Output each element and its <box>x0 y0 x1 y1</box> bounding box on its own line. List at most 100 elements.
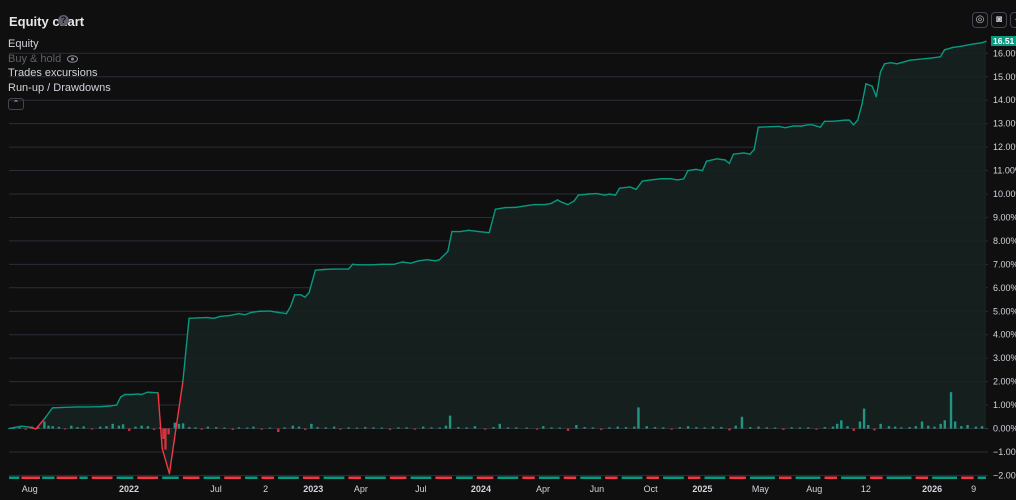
trade-segment <box>261 476 274 479</box>
runup-bar <box>591 427 595 429</box>
runup-bar <box>858 421 862 429</box>
trade-segment <box>580 476 601 479</box>
y-tick-label: 14.00% <box>993 95 1016 105</box>
runup-bar <box>372 427 375 429</box>
runup-bar <box>798 427 802 429</box>
runup-bar <box>506 427 510 429</box>
y-tick-label: 1.00% <box>993 400 1016 410</box>
trade-segment <box>162 476 179 479</box>
runup-bar <box>749 427 752 429</box>
trade-segment <box>870 476 883 479</box>
trade-segment <box>91 476 113 479</box>
trade-segment <box>389 476 407 479</box>
trade-segment <box>203 476 221 479</box>
drawdown-bar <box>873 428 876 431</box>
runup-bar <box>70 425 73 429</box>
legend-item-buy-hold[interactable]: Buy & hold <box>8 52 111 67</box>
x-tick-label: 2024 <box>471 484 491 494</box>
drawdown-bar <box>566 428 570 431</box>
runup-bar <box>47 425 50 429</box>
runup-bar <box>575 424 578 429</box>
runup-bar <box>206 426 210 429</box>
runup-bar <box>862 408 866 429</box>
y-tick-label: 9.00% <box>993 212 1016 222</box>
runup-bar <box>397 427 400 429</box>
trade-segment <box>410 476 432 479</box>
drawdown-bar <box>164 428 167 450</box>
runup-bar <box>757 426 760 429</box>
legend-item-runup-drawdowns[interactable]: Run-up / Drawdowns <box>8 81 111 96</box>
trade-segment <box>323 476 345 479</box>
runup-bar <box>840 420 843 429</box>
runup-bar <box>616 426 619 429</box>
runup-bar <box>111 423 114 429</box>
trade-segment <box>21 476 41 479</box>
runup-bar <box>740 416 744 429</box>
runup-bar <box>920 421 924 429</box>
runup-bar <box>624 427 628 429</box>
runup-bar <box>194 427 197 429</box>
y-tick-label: 16.00% <box>993 48 1016 58</box>
runup-bar <box>711 426 715 429</box>
runup-bar <box>949 392 953 429</box>
collapse-legend-button[interactable]: ⌃ <box>8 98 24 110</box>
legend: Equity Buy & hold Trades excursions Run-… <box>8 37 111 110</box>
y-tick-label: 4.00% <box>993 330 1016 340</box>
y-tick-label: 2.00% <box>993 377 1016 387</box>
runup-bar <box>140 425 143 429</box>
drawdown-bar <box>535 428 539 430</box>
runup-bar <box>105 426 108 429</box>
runup-bar <box>246 427 249 429</box>
runup-bar <box>806 427 810 429</box>
runup-bar <box>237 427 241 429</box>
runup-bar <box>943 420 947 429</box>
legend-item-equity[interactable]: Equity <box>8 37 111 52</box>
equity-line-segment <box>207 316 215 319</box>
last-value-badge: 16.51 <box>991 36 1016 46</box>
trade-segment <box>244 476 258 479</box>
trade-segment <box>932 476 958 479</box>
x-tick-label: 2 <box>263 484 268 494</box>
runup-bar <box>790 427 793 429</box>
trade-segment <box>116 476 134 479</box>
runup-bar <box>914 426 918 429</box>
drawdown-bar <box>599 428 603 430</box>
drawdown-bar <box>303 428 307 430</box>
trade-segment <box>841 476 866 479</box>
trade-segment <box>348 476 361 479</box>
legend-label: Trades excursions <box>8 67 98 79</box>
runup-bar <box>765 427 768 429</box>
runup-bar <box>846 426 849 429</box>
equity-chart[interactable]: 16.00% 15.00% 14.00% 13.00% 12.00% 11.00% 10.0… <box>0 0 1016 500</box>
runup-bar <box>291 425 294 429</box>
trade-segment <box>779 476 792 479</box>
runup-bar <box>633 426 636 429</box>
trade-segment <box>687 476 701 479</box>
x-tick-label: 9 <box>971 484 976 494</box>
runup-bar <box>645 426 648 429</box>
trade-segment <box>750 476 775 479</box>
runup-bar <box>974 426 978 429</box>
eye-hidden-icon[interactable] <box>67 54 79 63</box>
legend-item-trades-excursions[interactable]: Trades excursions <box>8 66 111 81</box>
trade-segment <box>704 476 726 479</box>
runup-bar <box>444 425 448 429</box>
runup-bar <box>82 426 85 429</box>
y-tick-label: 5.00% <box>993 306 1016 316</box>
trade-segment <box>915 476 929 479</box>
trade-segment <box>646 476 659 479</box>
drawdown-bar <box>413 428 417 430</box>
y-tick-label: −2.00% <box>993 470 1016 480</box>
runup-bar <box>380 427 383 429</box>
trade-segment <box>456 476 473 479</box>
trade-segment <box>977 476 986 479</box>
runup-bar <box>448 415 452 429</box>
equity-area <box>9 41 986 474</box>
trade-segment <box>42 476 55 479</box>
trade-segment <box>663 476 684 479</box>
drawdown-bar <box>815 428 818 430</box>
runup-bar <box>960 426 963 429</box>
y-tick-label: 15.00% <box>993 72 1016 82</box>
runup-bar <box>283 427 286 429</box>
runup-bar <box>686 426 690 429</box>
